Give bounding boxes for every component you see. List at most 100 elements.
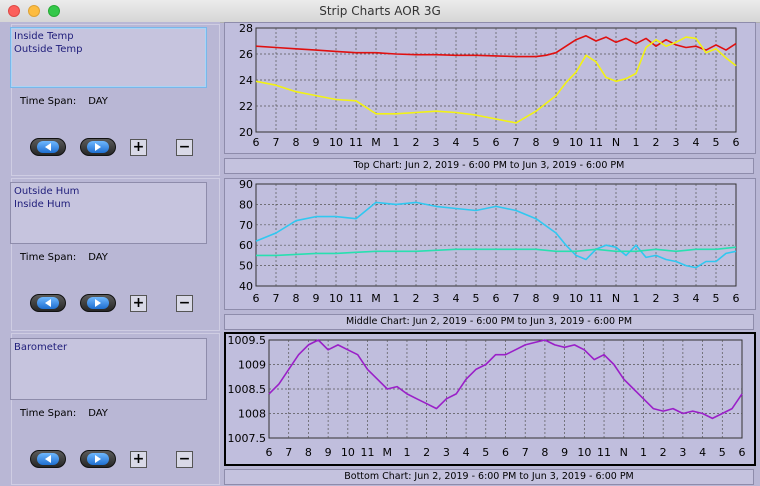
x-tick-label: 11 xyxy=(589,292,603,305)
x-tick-label: 7 xyxy=(273,136,280,149)
x-tick-label: 6 xyxy=(253,136,260,149)
top-series-list[interactable]: Inside Temp Outside Temp xyxy=(10,27,207,88)
x-tick-label: 1 xyxy=(393,292,400,305)
y-tick-label: 90 xyxy=(239,178,253,191)
y-tick-label: 1008.5 xyxy=(228,383,267,396)
x-tick-label: 2 xyxy=(413,136,420,149)
top-zoom-in-button[interactable]: + xyxy=(130,139,147,156)
x-tick-label: 7 xyxy=(522,446,529,459)
x-tick-label: M xyxy=(383,446,393,459)
x-tick-label: 10 xyxy=(341,446,355,459)
y-tick-label: 26 xyxy=(239,48,253,61)
x-tick-label: N xyxy=(612,136,620,149)
x-tick-label: 1 xyxy=(633,292,640,305)
series-item[interactable]: Barometer xyxy=(14,341,203,354)
x-tick-label: 6 xyxy=(733,292,740,305)
x-tick-label: 1 xyxy=(393,136,400,149)
x-tick-label: 9 xyxy=(313,292,320,305)
x-tick-label: 9 xyxy=(313,136,320,149)
bottom-time-span: Time Span: DAY xyxy=(20,408,108,419)
left-control-panel: Inside Temp Outside Temp Time Span: DAY +… xyxy=(0,22,220,486)
x-tick-label: 8 xyxy=(533,136,540,149)
y-tick-label: 28 xyxy=(239,22,253,35)
x-tick-label: 3 xyxy=(673,292,680,305)
series-item[interactable]: Outside Temp xyxy=(14,43,203,56)
x-tick-label: 11 xyxy=(349,292,363,305)
time-span-label: Time Span: xyxy=(20,252,77,263)
x-tick-label: 5 xyxy=(713,292,720,305)
x-tick-label: 2 xyxy=(423,446,430,459)
middle-forward-button[interactable] xyxy=(80,294,116,312)
x-tick-label: 10 xyxy=(329,292,343,305)
bottom-zoom-out-button[interactable]: − xyxy=(176,451,193,468)
x-tick-label: 2 xyxy=(653,136,660,149)
top-chart-caption: Top Chart: Jun 2, 2019 - 6:00 PM to Jun … xyxy=(224,158,754,174)
x-tick-label: 5 xyxy=(473,136,480,149)
left-arrow-icon xyxy=(45,455,51,463)
y-tick-label: 24 xyxy=(239,74,253,87)
bottom-series-list[interactable]: Barometer xyxy=(10,338,207,400)
x-tick-label: 11 xyxy=(349,136,363,149)
x-tick-label: 3 xyxy=(673,136,680,149)
x-tick-label: 4 xyxy=(693,292,700,305)
x-tick-label: 8 xyxy=(541,446,548,459)
right-arrow-icon xyxy=(95,455,101,463)
top-forward-button[interactable] xyxy=(80,138,116,156)
right-arrow-icon xyxy=(95,299,101,307)
x-tick-label: 6 xyxy=(733,136,740,149)
x-tick-label: 5 xyxy=(719,446,726,459)
x-tick-label: M xyxy=(371,292,381,305)
y-tick-label: 20 xyxy=(239,126,253,139)
y-tick-label: 22 xyxy=(239,100,253,113)
middle-back-button[interactable] xyxy=(30,294,66,312)
x-tick-label: 3 xyxy=(443,446,450,459)
x-tick-label: 11 xyxy=(589,136,603,149)
x-tick-label: 6 xyxy=(266,446,273,459)
time-span-label: Time Span: xyxy=(20,96,77,107)
top-chart[interactable]: 6 7 8 9 10 11 M 1 2 3 4 5 6 7 8 9 10 11 N 1 2 3 4 5 62022242628 xyxy=(224,22,756,154)
top-back-button[interactable] xyxy=(30,138,66,156)
x-tick-label: 6 xyxy=(493,292,500,305)
x-tick-label: 7 xyxy=(513,136,520,149)
x-tick-label: 9 xyxy=(561,446,568,459)
x-tick-label: M xyxy=(371,136,381,149)
x-tick-label: 8 xyxy=(305,446,312,459)
x-tick-label: 6 xyxy=(739,446,746,459)
x-tick-label: 11 xyxy=(361,446,375,459)
title-bar: Strip Charts AOR 3G xyxy=(0,0,760,23)
bottom-zoom-in-button[interactable]: + xyxy=(130,451,147,468)
middle-zoom-in-button[interactable]: + xyxy=(130,295,147,312)
middle-chart[interactable]: 6 7 8 9 10 11 M 1 2 3 4 5 6 7 8 9 10 11 N 1 2 3 4 5 640506070809… xyxy=(224,178,756,310)
series-item[interactable]: Inside Hum xyxy=(14,198,203,211)
x-tick-label: 7 xyxy=(285,446,292,459)
x-tick-label: 5 xyxy=(713,136,720,149)
y-tick-label: 1008 xyxy=(238,408,266,421)
bottom-forward-button[interactable] xyxy=(80,450,116,468)
middle-time-span: Time Span: DAY xyxy=(20,252,108,263)
x-tick-label: 4 xyxy=(693,136,700,149)
middle-zoom-out-button[interactable]: − xyxy=(176,295,193,312)
x-tick-label: 3 xyxy=(433,136,440,149)
x-tick-label: 8 xyxy=(293,292,300,305)
x-tick-label: 8 xyxy=(533,292,540,305)
x-tick-label: 9 xyxy=(325,446,332,459)
x-tick-label: 4 xyxy=(699,446,706,459)
x-tick-label: 1 xyxy=(640,446,647,459)
x-tick-label: 8 xyxy=(293,136,300,149)
series-item[interactable]: Outside Hum xyxy=(14,185,203,198)
x-tick-label: 6 xyxy=(493,136,500,149)
left-arrow-icon xyxy=(45,143,51,151)
x-tick-label: 9 xyxy=(553,292,560,305)
bottom-chart[interactable]: 6 7 8 9 10 11 M 1 2 3 4 5 6 7 8 9 10 11 N 1 2 3 4 5 61007.510081… xyxy=(224,332,756,466)
top-zoom-out-button[interactable]: − xyxy=(176,139,193,156)
time-span-value: DAY xyxy=(88,408,108,419)
middle-chart-caption: Middle Chart: Jun 2, 2019 - 6:00 PM to J… xyxy=(224,314,754,330)
x-tick-label: 10 xyxy=(569,292,583,305)
y-tick-label: 1009.5 xyxy=(228,334,267,347)
series-item[interactable]: Inside Temp xyxy=(14,30,203,43)
x-tick-label: 5 xyxy=(482,446,489,459)
middle-series-list[interactable]: Outside Hum Inside Hum xyxy=(10,182,207,244)
y-tick-label: 50 xyxy=(239,260,253,273)
bottom-back-button[interactable] xyxy=(30,450,66,468)
time-span-value: DAY xyxy=(88,252,108,263)
